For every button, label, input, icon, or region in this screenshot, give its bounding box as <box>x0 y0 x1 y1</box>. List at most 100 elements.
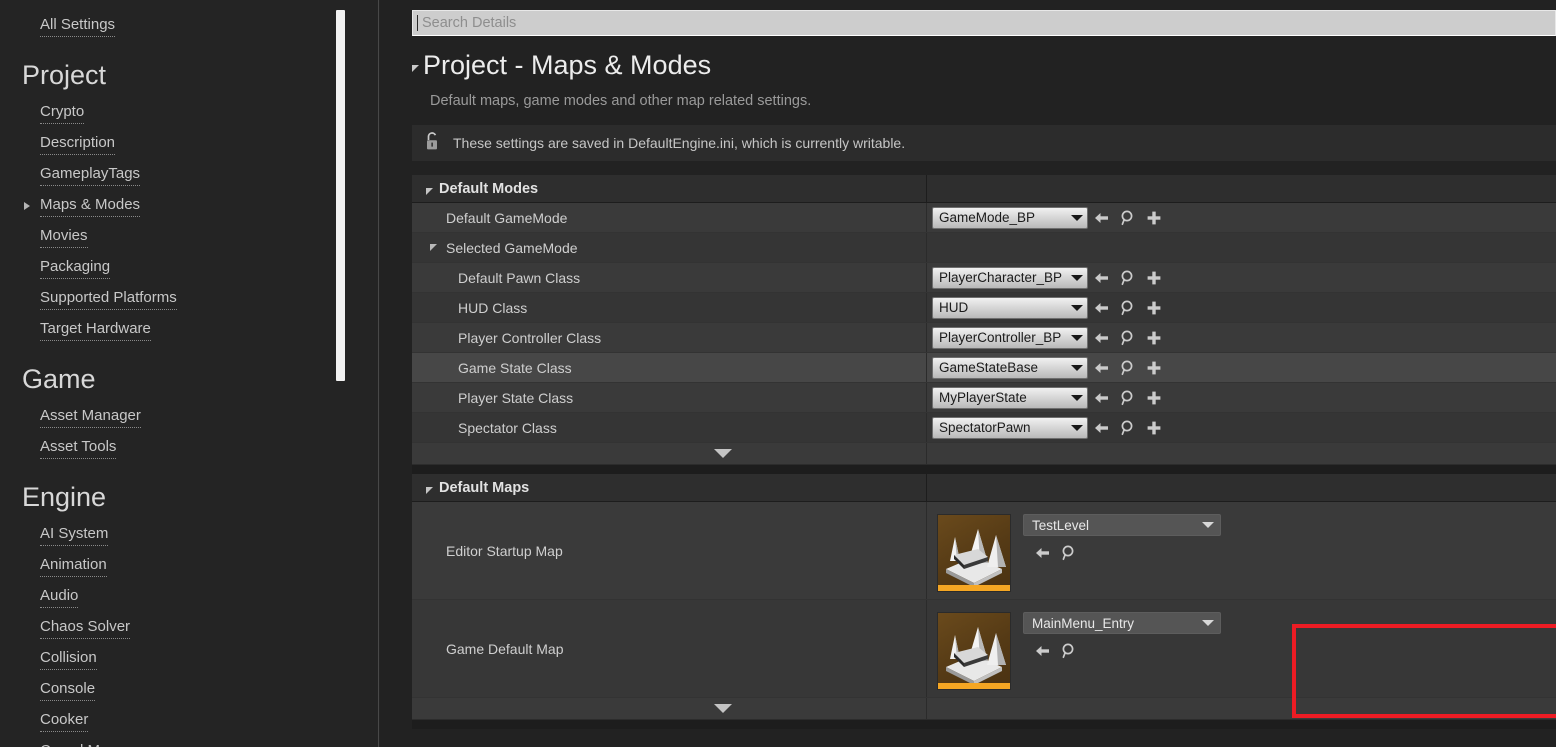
class-picker-dropdown[interactable]: HUD <box>932 296 1088 319</box>
sidebar-group-heading: Game <box>22 364 96 394</box>
add-new-asset-icon[interactable] <box>1142 207 1166 229</box>
property-row[interactable]: HUD Class HUD <box>412 293 1556 323</box>
chevron-down-icon <box>1202 522 1214 528</box>
map-controls: MainMenu_Entry <box>1023 612 1221 662</box>
property-row[interactable]: Spectator Class SpectatorPawn <box>412 413 1556 443</box>
browse-to-asset-icon[interactable] <box>1116 297 1140 319</box>
column-divider <box>926 293 927 322</box>
reset-to-default-icon[interactable] <box>1090 417 1114 439</box>
sidebar-item-packaging[interactable]: Packaging <box>0 252 380 283</box>
sidebar-item-animation[interactable]: Animation <box>0 550 380 581</box>
map-picker-value: TestLevel <box>1032 517 1090 533</box>
sidebar-item-supported-platforms[interactable]: Supported Platforms <box>0 283 380 314</box>
reset-to-default-icon[interactable] <box>1090 357 1114 379</box>
page-title-row: Project - Maps & Modes <box>412 48 711 82</box>
add-new-asset-icon[interactable] <box>1142 387 1166 409</box>
add-new-asset-icon[interactable] <box>1142 267 1166 289</box>
reset-to-default-icon[interactable] <box>1031 542 1055 564</box>
sidebar-item-collision[interactable]: Collision <box>0 643 380 674</box>
add-new-asset-icon[interactable] <box>1142 327 1166 349</box>
property-row[interactable]: Player Controller Class PlayerController_… <box>412 323 1556 353</box>
sidebar-item-audio[interactable]: Audio <box>0 581 380 612</box>
sidebar-item-crowd-manager[interactable]: Crowd Manager <box>0 736 380 747</box>
sidebar-item-label: Movies <box>40 226 88 248</box>
sidebar-item-console[interactable]: Console <box>0 674 380 705</box>
reset-to-default-icon[interactable] <box>1031 640 1055 662</box>
reset-to-default-icon[interactable] <box>1090 387 1114 409</box>
reset-to-default-icon[interactable] <box>1090 327 1114 349</box>
collapse-section-icon[interactable] <box>426 187 433 195</box>
class-picker-dropdown[interactable]: PlayerCharacter_BP <box>932 266 1088 289</box>
sidebar-item-chaos-solver[interactable]: Chaos Solver <box>0 612 380 643</box>
sidebar-item-label: All Settings <box>40 15 116 37</box>
column-divider <box>926 383 927 412</box>
expand-more-icon[interactable] <box>714 704 732 713</box>
reset-to-default-icon[interactable] <box>1090 207 1114 229</box>
collapse-subsection-icon[interactable] <box>430 244 437 251</box>
property-subheader-row[interactable]: Selected GameMode <box>412 233 1556 263</box>
collapse-section-icon[interactable] <box>412 65 419 72</box>
thumbnail-accent-bar <box>938 683 1010 689</box>
browse-to-asset-icon[interactable] <box>1116 357 1140 379</box>
map-property-row[interactable]: Editor Startup Map TestLevel <box>412 502 1556 600</box>
map-action-icons <box>1023 542 1221 564</box>
browse-to-asset-icon[interactable] <box>1116 207 1140 229</box>
class-picker-dropdown[interactable]: GameStateBase <box>932 356 1088 379</box>
class-picker-dropdown[interactable]: GameMode_BP <box>932 206 1088 229</box>
class-picker-dropdown[interactable]: PlayerController_BP <box>932 326 1088 349</box>
add-new-asset-icon[interactable] <box>1142 297 1166 319</box>
property-label: Player State Class <box>458 389 574 406</box>
browse-to-asset-icon[interactable] <box>1116 417 1140 439</box>
sidebar-item-all-settings[interactable]: All Settings <box>0 10 380 41</box>
browse-to-asset-icon[interactable] <box>1116 327 1140 349</box>
sidebar-item-asset-tools[interactable]: Asset Tools <box>0 432 380 463</box>
property-row[interactable]: Player State Class MyPlayerState <box>412 383 1556 413</box>
class-picker-value: PlayerController_BP <box>939 330 1062 345</box>
search-input[interactable]: Search Details <box>412 10 1556 36</box>
map-property-row[interactable]: Game Default Map MainMenu_Entry <box>412 600 1556 698</box>
level-thumbnail-icon[interactable] <box>937 514 1011 592</box>
property-label: Game Default Map <box>446 640 564 657</box>
map-picker-dropdown[interactable]: TestLevel <box>1023 514 1221 536</box>
sidebar-item-asset-manager[interactable]: Asset Manager <box>0 401 380 432</box>
sidebar-item-description[interactable]: Description <box>0 128 380 159</box>
sidebar-item-label: Crypto <box>40 102 85 124</box>
add-new-asset-icon[interactable] <box>1142 417 1166 439</box>
expand-more-icon[interactable] <box>714 449 732 458</box>
browse-to-asset-icon[interactable] <box>1116 387 1140 409</box>
class-picker-value: GameStateBase <box>939 360 1039 375</box>
sidebar-item-label: Asset Manager <box>40 406 141 428</box>
sidebar-item-cooker[interactable]: Cooker <box>0 705 380 736</box>
column-divider <box>926 353 927 382</box>
sidebar-item-gameplaytags[interactable]: GameplayTags <box>0 159 380 190</box>
sidebar-item-label: AI System <box>40 524 109 546</box>
sidebar-item-maps-modes[interactable]: Maps & Modes <box>0 190 380 221</box>
class-picker-dropdown[interactable]: MyPlayerState <box>932 386 1088 409</box>
sidebar-item-target-hardware[interactable]: Target Hardware <box>0 314 380 345</box>
sidebar-item-label: Maps & Modes <box>40 195 141 217</box>
chevron-right-icon[interactable] <box>24 201 30 210</box>
browse-to-asset-icon[interactable] <box>1057 640 1081 662</box>
reset-to-default-icon[interactable] <box>1090 297 1114 319</box>
sidebar-item-ai-system[interactable]: AI System <box>0 519 380 550</box>
level-thumbnail-icon[interactable] <box>937 612 1011 690</box>
browse-to-asset-icon[interactable] <box>1057 542 1081 564</box>
sidebar-item-crypto[interactable]: Crypto <box>0 97 380 128</box>
add-new-asset-icon[interactable] <box>1142 357 1166 379</box>
reset-to-default-icon[interactable] <box>1090 267 1114 289</box>
section-header[interactable]: Default Modes <box>412 175 1556 203</box>
class-picker-dropdown[interactable]: SpectatorPawn <box>932 416 1088 439</box>
sidebar-scrollbar-thumb[interactable] <box>336 10 345 381</box>
property-row[interactable]: Default Pawn Class PlayerCharacter_BP <box>412 263 1556 293</box>
map-picker-dropdown[interactable]: MainMenu_Entry <box>1023 612 1221 634</box>
sidebar-item-label: Console <box>40 679 96 701</box>
browse-to-asset-icon[interactable] <box>1116 267 1140 289</box>
column-divider <box>926 502 927 599</box>
section-expander <box>412 698 1556 720</box>
sidebar-item-movies[interactable]: Movies <box>0 221 380 252</box>
property-row[interactable]: Game State Class GameStateBase <box>412 353 1556 383</box>
collapse-section-icon[interactable] <box>426 486 433 494</box>
property-row[interactable]: Default GameMode GameMode_BP <box>412 203 1556 233</box>
section-header[interactable]: Default Maps <box>412 474 1556 502</box>
column-divider <box>926 263 927 292</box>
